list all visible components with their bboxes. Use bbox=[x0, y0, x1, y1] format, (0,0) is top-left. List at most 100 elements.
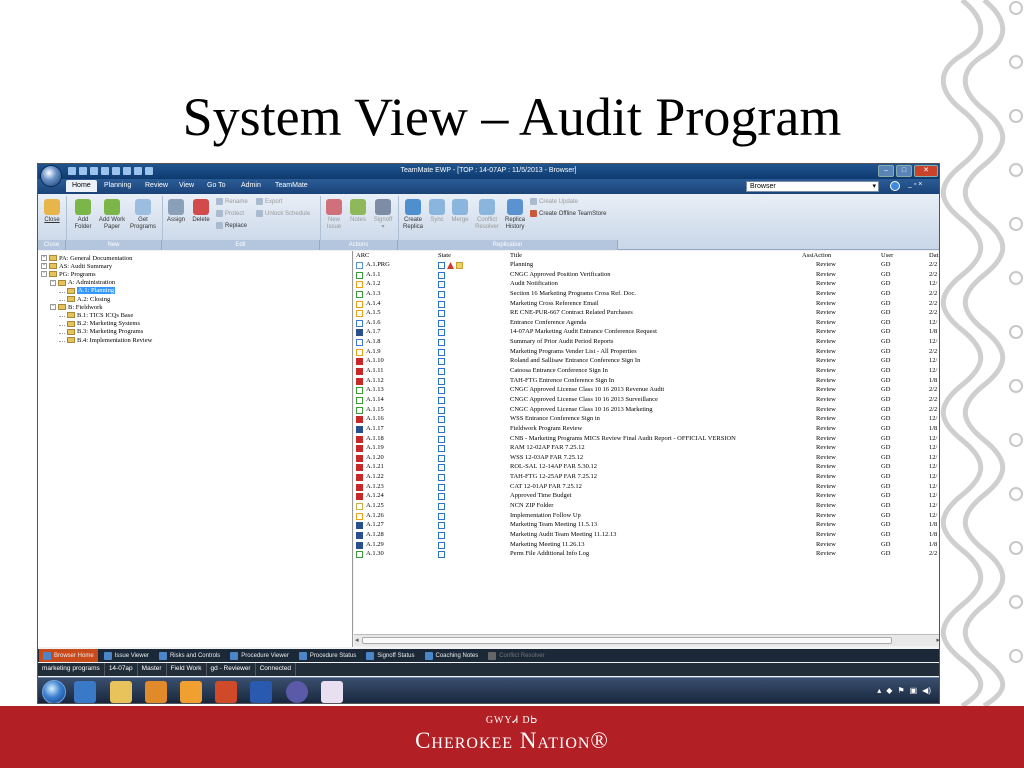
header-arc[interactable]: ARC bbox=[356, 252, 369, 259]
minimize-icon[interactable]: – bbox=[878, 165, 894, 177]
table-row[interactable]: A.1.28 Marketing Audit Team Meeting 11.12… bbox=[354, 531, 939, 540]
horizontal-scrollbar[interactable]: ◂ ▸ bbox=[354, 634, 939, 646]
scroll-right-icon[interactable]: ▸ bbox=[936, 636, 939, 644]
help-icon[interactable] bbox=[890, 181, 900, 191]
table-row[interactable]: A.1.18 CNB - Marketing Programs MICS Revi… bbox=[354, 435, 939, 444]
view-tab[interactable]: Procedure Viewer bbox=[226, 649, 293, 662]
table-row[interactable]: A.1.26 Implementation Follow Up Review GD 12… bbox=[354, 512, 939, 521]
table-row[interactable]: A.1.15 CNGC Approved License Class 10 16 … bbox=[354, 406, 939, 415]
flag-icon[interactable]: ⚑ bbox=[897, 686, 904, 695]
table-row[interactable]: A.1.30 Perm File Additional Info Log Revie… bbox=[354, 550, 939, 559]
tray-app-icon[interactable]: ◆ bbox=[886, 686, 892, 695]
table-row[interactable]: A.1.3 Section 16 Marketing Programs Cross… bbox=[354, 290, 939, 299]
start-orb-icon[interactable] bbox=[42, 680, 66, 703]
header-user[interactable]: User bbox=[881, 252, 893, 259]
view-tab[interactable]: Risks and Controls bbox=[155, 649, 224, 662]
explorer-folder-icon[interactable] bbox=[110, 681, 132, 703]
replica-history-button[interactable]: Replica History bbox=[503, 199, 527, 231]
view-tab[interactable]: Signoff Status bbox=[362, 649, 418, 662]
unlock-schedule-button[interactable]: Unlock Schedule bbox=[256, 210, 310, 217]
replace-button[interactable]: Replace bbox=[216, 222, 247, 229]
internet-explorer-icon[interactable] bbox=[74, 681, 96, 703]
expand-icon[interactable]: + bbox=[41, 263, 47, 270]
table-row[interactable]: A.1.20 WSS 12-03AP FAR 7.25.12 Review GD 12/ bbox=[354, 454, 939, 463]
table-row[interactable]: A.1.14 CNGC Approved License Class 10 16 … bbox=[354, 396, 939, 405]
header-state[interactable]: State bbox=[438, 252, 451, 259]
sync-button[interactable]: Sync bbox=[427, 199, 447, 224]
add-work-paper-button[interactable]: Add Work Paper bbox=[98, 199, 126, 231]
view-tab[interactable]: Coaching Notes bbox=[421, 649, 483, 662]
scroll-left-icon[interactable]: ◂ bbox=[355, 636, 359, 644]
browser-dropdown[interactable]: Browser ▾ bbox=[746, 181, 879, 192]
table-row[interactable]: A.1.16 WSS Entrance Conference Sign in Rev… bbox=[354, 415, 939, 424]
table-row[interactable]: A.1.10 Roland and Sallisaw Entrance Confe… bbox=[354, 357, 939, 366]
header-date[interactable]: Dat bbox=[929, 252, 938, 259]
tree-node[interactable]: B.4: Implementation Review bbox=[59, 335, 152, 345]
table-row[interactable]: A.1.PRG Planning Review GD 2/2 bbox=[354, 261, 939, 270]
expand-icon[interactable]: + bbox=[41, 255, 47, 261]
table-row[interactable]: A.1.27 Marketing Team Meeting 11.5.13 Revi… bbox=[354, 521, 939, 530]
delete-button[interactable]: Delete bbox=[190, 199, 212, 224]
table-row[interactable]: A.1.2 Audit Notification Review GD 12/ bbox=[354, 280, 939, 289]
signoff-button[interactable]: Signoff ▾ bbox=[371, 199, 395, 231]
table-row[interactable]: A.1.9 Marketing Programs Vender List - Al… bbox=[354, 348, 939, 357]
view-tab[interactable]: Issue Viewer bbox=[100, 649, 153, 662]
collapse-icon[interactable]: - bbox=[50, 279, 56, 286]
create-offline-teamstore-button[interactable]: Create Offline TeamStore bbox=[530, 210, 606, 217]
close-button[interactable]: Close bbox=[41, 199, 63, 224]
table-row[interactable]: A.1.4 Marketing Cross Reference Email Revi… bbox=[354, 300, 939, 309]
view-tab[interactable]: Conflict Resolver bbox=[484, 649, 548, 662]
table-row[interactable]: A.1.29 Marketing Meeting 11.26.13 Review GD… bbox=[354, 541, 939, 550]
header-title[interactable]: Title bbox=[510, 252, 522, 259]
header-action[interactable]: AssiAction bbox=[802, 252, 831, 259]
rename-button[interactable]: Rename bbox=[216, 198, 248, 205]
get-programs-button[interactable]: Get Programs bbox=[128, 199, 158, 231]
table-row[interactable]: A.1.23 CAT 12-01AP FAR 7.25.12 Review GD 12/ bbox=[354, 483, 939, 492]
table-row[interactable]: A.1.5 RE CNE-PUR-667 Contract Related Pur… bbox=[354, 309, 939, 318]
create-replica-button[interactable]: Create Replica bbox=[401, 199, 425, 231]
table-row[interactable]: A.1.11 Catoosa Entrance Conference Sign I… bbox=[354, 367, 939, 376]
collapse-icon[interactable]: - bbox=[50, 304, 56, 311]
table-row[interactable]: A.1.8 Summary of Prior Audit Period Repor… bbox=[354, 338, 939, 347]
create-update-button[interactable]: Create Update bbox=[530, 198, 578, 205]
table-row[interactable]: A.1.17 Fieldwork Program Review Review GD 1/… bbox=[354, 425, 939, 434]
media-player-icon[interactable] bbox=[145, 681, 167, 703]
close-window-icon[interactable]: ✕ bbox=[914, 165, 938, 177]
powerpoint-icon[interactable] bbox=[215, 681, 237, 703]
restore-icon[interactable]: _ ▫ × bbox=[908, 181, 922, 188]
tab-review[interactable]: Review bbox=[145, 182, 168, 189]
teammate-icon[interactable] bbox=[321, 681, 343, 703]
view-tab[interactable]: Browser Home bbox=[39, 649, 98, 662]
protect-button[interactable]: Protect bbox=[216, 210, 244, 217]
table-row[interactable]: A.1.22 TAH-FTG 12-25AP FAR 7.25.12 Review G… bbox=[354, 473, 939, 482]
export-button[interactable]: Export bbox=[256, 198, 282, 205]
conflict-resolver-button[interactable]: Conflict Resolver bbox=[473, 199, 501, 231]
table-row[interactable]: A.1.6 Entrance Conference Agenda Review GD 1… bbox=[354, 319, 939, 328]
tab-planning[interactable]: Planning bbox=[104, 182, 131, 189]
tab-view[interactable]: View bbox=[179, 182, 194, 189]
tab-home[interactable]: Home bbox=[66, 180, 97, 192]
table-row[interactable]: A.1.21 ROL-SAL 12-14AP FAR 5.30.12 Review G… bbox=[354, 463, 939, 472]
tab-admin[interactable]: Admin bbox=[241, 182, 261, 189]
collapse-icon[interactable]: - bbox=[41, 271, 47, 278]
app-menu-orb-icon[interactable] bbox=[40, 165, 62, 187]
tab-go-to[interactable]: Go To bbox=[207, 182, 226, 189]
new-issue-button[interactable]: New Issue bbox=[323, 199, 345, 231]
view-tab[interactable]: Procedure Status bbox=[295, 649, 360, 662]
network-icon[interactable]: ▣ bbox=[910, 686, 918, 695]
tray-arrow-icon[interactable]: ▴ bbox=[877, 686, 881, 695]
outlook-icon[interactable] bbox=[180, 681, 202, 703]
table-row[interactable]: A.1.13 CNGC Approved License Class 10 16 … bbox=[354, 386, 939, 395]
app-icon[interactable] bbox=[286, 681, 308, 703]
assign-button[interactable]: Assign bbox=[165, 199, 187, 224]
word-icon[interactable] bbox=[250, 681, 272, 703]
tab-teammate[interactable]: TeamMate bbox=[275, 182, 308, 189]
scrollbar-thumb[interactable] bbox=[362, 637, 892, 644]
table-row[interactable]: A.1.12 TAH-FTG Entrence Conference Sign I… bbox=[354, 377, 939, 386]
table-row[interactable]: A.1.24 Approved Time Budget Review GD 12/ bbox=[354, 492, 939, 501]
table-row[interactable]: A.1.1 CNGC Approved Position Verification… bbox=[354, 271, 939, 280]
maximize-icon[interactable]: □ bbox=[896, 165, 912, 177]
notes-button[interactable]: Notes bbox=[347, 199, 369, 224]
table-row[interactable]: A.1.19 RAM 12-02AP FAR 7.25.12 Review GD 12/ bbox=[354, 444, 939, 453]
merge-button[interactable]: Merge bbox=[449, 199, 471, 224]
